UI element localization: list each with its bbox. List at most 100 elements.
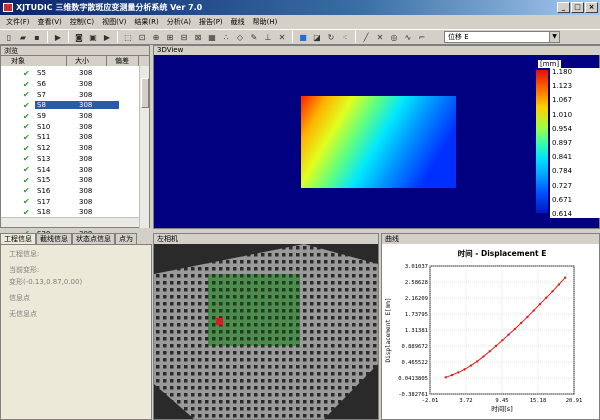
- open-folder-icon[interactable]: ▰: [17, 31, 29, 43]
- list-item[interactable]: ✔ S15 308: [1, 175, 139, 186]
- tool-icon[interactable]: ◇: [234, 31, 246, 43]
- list-item[interactable]: ✔ S5 308: [1, 68, 139, 79]
- edit-icon[interactable]: ✎: [248, 31, 260, 43]
- column-object[interactable]: 对象: [1, 56, 67, 66]
- curve-icon[interactable]: ∿: [402, 31, 414, 43]
- check-icon[interactable]: ✔: [23, 154, 35, 163]
- y-tick-label: 2.16209: [405, 296, 428, 302]
- zoom-out-icon[interactable]: ⊟: [178, 31, 190, 43]
- menu-report[interactable]: 报告(P): [195, 17, 227, 27]
- select-icon[interactable]: ⬚: [122, 31, 134, 43]
- mesh-icon[interactable]: ▦: [206, 31, 218, 43]
- measure-icon[interactable]: ⊥: [262, 31, 274, 43]
- check-icon[interactable]: ✔: [23, 122, 35, 131]
- item-size: 308: [79, 112, 93, 121]
- minimize-button[interactable]: _: [557, 2, 570, 13]
- list-item[interactable]: ✔ S16 308: [1, 186, 139, 197]
- new-file-icon[interactable]: ▯: [3, 31, 15, 43]
- data-point: [457, 371, 460, 374]
- menu-views[interactable]: 视图(V): [98, 17, 130, 27]
- tab-project-info[interactable]: 工程信息: [0, 233, 36, 244]
- maximize-button[interactable]: □: [571, 2, 584, 13]
- list-item[interactable]: ✔ S6 308: [1, 79, 139, 90]
- x-tick-label: -2.01: [422, 398, 439, 404]
- scroll-thumb[interactable]: [141, 78, 149, 108]
- list-item[interactable]: ✔ S10 308: [1, 121, 139, 132]
- check-icon[interactable]: ✔: [23, 186, 35, 195]
- axis-icon[interactable]: ✕: [374, 31, 386, 43]
- forward-icon[interactable]: ▶: [101, 31, 113, 43]
- menu-analysis[interactable]: 分析(A): [163, 17, 195, 27]
- save-icon[interactable]: ▪: [31, 31, 43, 43]
- play-icon[interactable]: ▶: [52, 31, 64, 43]
- zoom-in-icon[interactable]: ⊞: [164, 31, 176, 43]
- menu-section[interactable]: 截线: [227, 17, 249, 27]
- check-icon[interactable]: ✔: [23, 176, 35, 185]
- camera-title: 左相机: [154, 234, 378, 244]
- grid-icon[interactable]: ⊠: [192, 31, 204, 43]
- crop-icon[interactable]: ⊡: [136, 31, 148, 43]
- check-icon[interactable]: ✔: [23, 144, 35, 153]
- browse-vscrollbar[interactable]: [139, 66, 149, 228]
- check-icon[interactable]: ✔: [23, 197, 35, 206]
- target-icon[interactable]: ◎: [388, 31, 400, 43]
- tab-section-info[interactable]: 截线信息: [36, 233, 72, 244]
- x-tick-label: 15.18: [530, 398, 547, 404]
- browse-hscrollbar[interactable]: [1, 217, 139, 227]
- x-tick-label: 9.45: [495, 398, 508, 404]
- check-icon[interactable]: ✔: [23, 165, 35, 174]
- image-icon[interactable]: ▣: [87, 31, 99, 43]
- displacement-map[interactable]: [154, 46, 600, 230]
- colorbar-labels: 1.180 1.123 1.067 1.010 0.954 0.897 0.841 0.784…: [550, 68, 600, 218]
- list-item[interactable]: ✔ S12 308: [1, 143, 139, 154]
- tab-point[interactable]: 点为: [115, 233, 137, 244]
- export-icon[interactable]: ◪: [311, 31, 323, 43]
- check-icon[interactable]: ✔: [23, 80, 35, 89]
- cut-icon[interactable]: ✕: [276, 31, 288, 43]
- colorbar-label: 1.180: [552, 68, 573, 76]
- check-icon[interactable]: ✔: [23, 208, 35, 217]
- zoom-icon[interactable]: ⊕: [150, 31, 162, 43]
- menu-file[interactable]: 文件(F): [2, 17, 34, 27]
- list-item[interactable]: ✔ S17 308: [1, 196, 139, 207]
- result-type-select[interactable]: 位移 E ▼: [444, 31, 560, 43]
- list-item[interactable]: ✔ S8 308: [1, 100, 139, 111]
- check-icon[interactable]: ✔: [23, 112, 35, 121]
- column-deviation[interactable]: 偏差: [107, 56, 139, 66]
- item-size: 308: [79, 122, 93, 131]
- tab-state-point-info[interactable]: 状态点信息: [72, 233, 115, 244]
- column-size[interactable]: 大小: [67, 56, 107, 66]
- data-point: [444, 376, 447, 379]
- scatter-icon[interactable]: ⁖: [339, 31, 351, 43]
- colorbar-label: 0.784: [552, 167, 573, 176]
- check-icon[interactable]: ✔: [23, 101, 35, 110]
- list-item[interactable]: ✔ S7 308: [1, 89, 139, 100]
- corner-icon[interactable]: ⌐: [416, 31, 428, 43]
- list-item[interactable]: ✔ S11 308: [1, 132, 139, 143]
- points-icon[interactable]: ∴: [220, 31, 232, 43]
- menu-result[interactable]: 结果(R): [130, 17, 162, 27]
- check-icon[interactable]: ✔: [23, 69, 35, 78]
- data-point: [475, 360, 479, 363]
- list-item[interactable]: ✔ S14 308: [1, 164, 139, 175]
- close-button[interactable]: ×: [585, 2, 598, 13]
- menu-control[interactable]: 控制(C): [66, 17, 98, 27]
- item-name: S8: [35, 101, 79, 110]
- line-icon[interactable]: ╱: [360, 31, 372, 43]
- check-icon[interactable]: ✔: [23, 133, 35, 142]
- browse-title: 浏览: [1, 46, 149, 56]
- item-size: 308: [79, 176, 93, 185]
- menu-help[interactable]: 帮助(H): [249, 17, 282, 27]
- rotate-icon[interactable]: ↻: [325, 31, 337, 43]
- data-point: [563, 276, 567, 279]
- camera-image[interactable]: [154, 244, 378, 419]
- camera-icon[interactable]: ◙: [73, 31, 85, 43]
- list-item[interactable]: ✔ S13 308: [1, 154, 139, 165]
- check-icon[interactable]: ✔: [23, 90, 35, 99]
- item-size: 308: [79, 208, 93, 217]
- list-item[interactable]: ✔ S9 308: [1, 111, 139, 122]
- chevron-down-icon[interactable]: ▼: [549, 32, 559, 42]
- color-map-icon[interactable]: ■: [297, 31, 309, 43]
- browse-header: 对象 大小 偏差: [1, 56, 149, 66]
- menu-view[interactable]: 查看(V): [34, 17, 66, 27]
